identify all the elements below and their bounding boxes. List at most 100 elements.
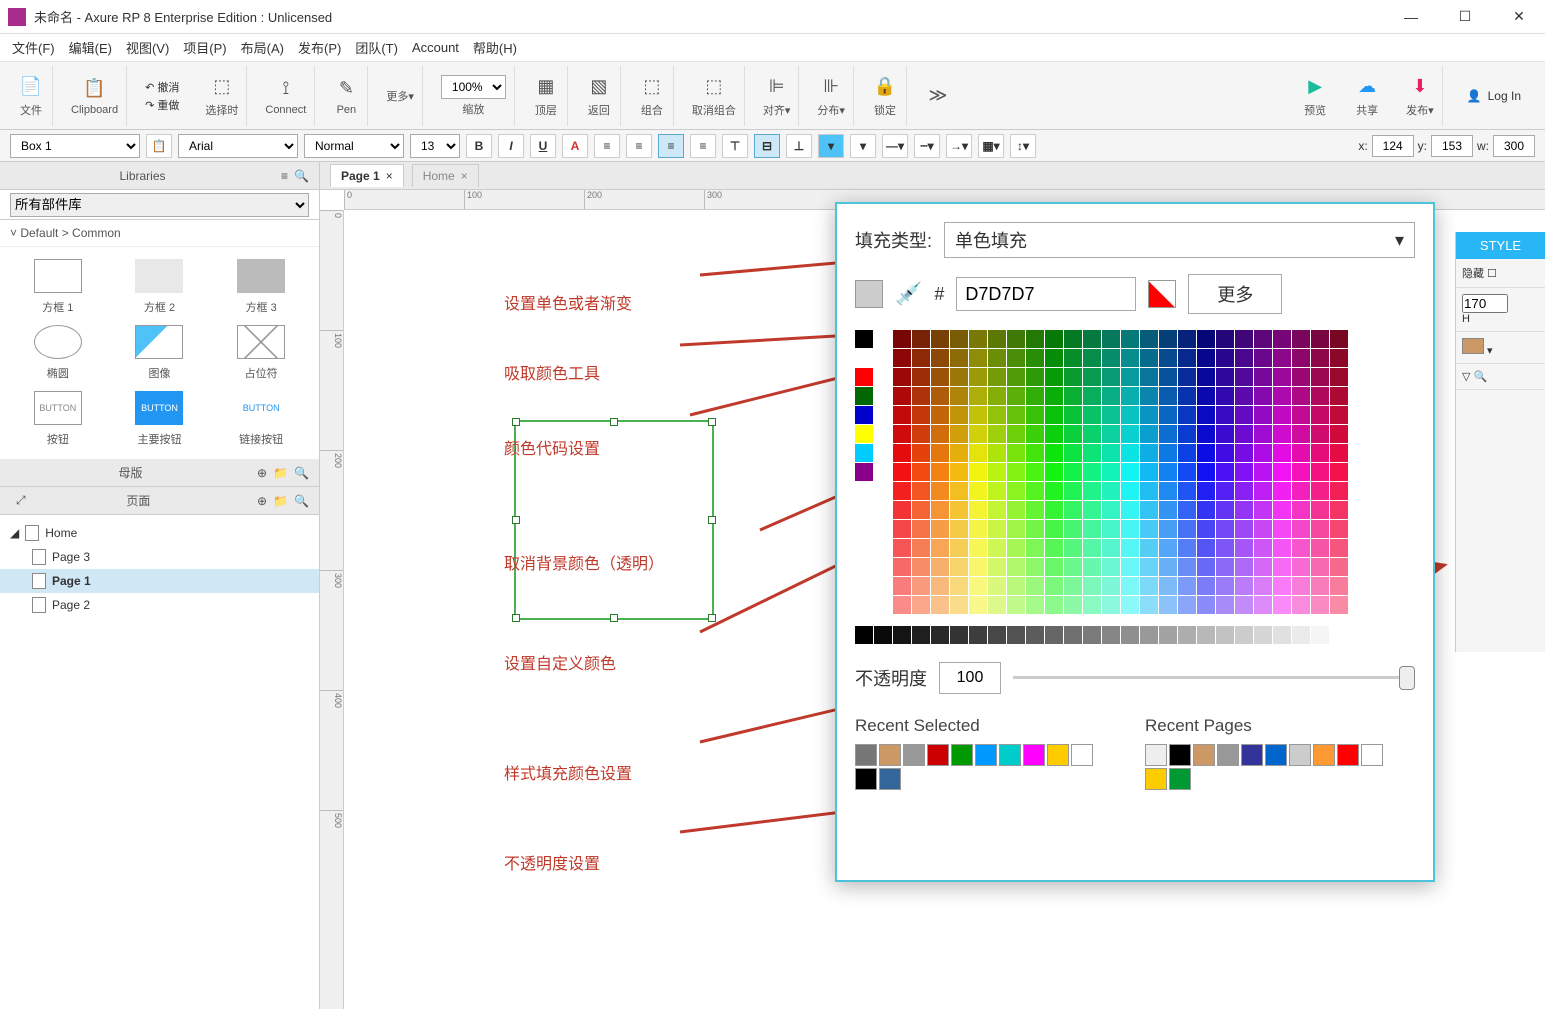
- palette-swatch[interactable]: [1121, 596, 1139, 614]
- palette-swatch[interactable]: [912, 330, 930, 348]
- menu-view[interactable]: 视图(V): [126, 38, 169, 57]
- palette-swatch[interactable]: [1007, 368, 1025, 386]
- tool-file[interactable]: 📄文件: [10, 66, 53, 126]
- palette-swatch[interactable]: [950, 330, 968, 348]
- palette-swatch[interactable]: [1197, 520, 1215, 538]
- palette-swatch[interactable]: [1216, 577, 1234, 595]
- palette-swatch[interactable]: [931, 444, 949, 462]
- palette-swatch[interactable]: [950, 387, 968, 405]
- palette-swatch[interactable]: [1216, 368, 1234, 386]
- gray-swatch[interactable]: [1216, 626, 1234, 644]
- palette-swatch[interactable]: [1292, 425, 1310, 443]
- tool-connect[interactable]: ⟟Connect: [257, 66, 315, 126]
- palette-swatch[interactable]: [988, 425, 1006, 443]
- palette-swatch[interactable]: [988, 482, 1006, 500]
- palette-swatch[interactable]: [1330, 406, 1348, 424]
- palette-swatch[interactable]: [1140, 463, 1158, 481]
- palette-swatch[interactable]: [1197, 558, 1215, 576]
- shape-select[interactable]: Box 1: [10, 134, 140, 158]
- recent-swatch[interactable]: [975, 744, 997, 766]
- palette-swatch[interactable]: [1026, 577, 1044, 595]
- palette-swatch[interactable]: [1026, 520, 1044, 538]
- palette-swatch[interactable]: [1216, 539, 1234, 557]
- palette-swatch[interactable]: [893, 520, 911, 538]
- palette-swatch[interactable]: [1292, 406, 1310, 424]
- palette-swatch[interactable]: [1311, 368, 1329, 386]
- recent-swatch[interactable]: [1217, 744, 1239, 766]
- palette-swatch[interactable]: [950, 349, 968, 367]
- palette-swatch[interactable]: [1102, 349, 1120, 367]
- palette-swatch[interactable]: [931, 463, 949, 481]
- palette-swatch[interactable]: [1273, 520, 1291, 538]
- recent-swatch[interactable]: [951, 744, 973, 766]
- palette-swatch[interactable]: [1026, 368, 1044, 386]
- recent-swatch[interactable]: [1193, 744, 1215, 766]
- line-style-button[interactable]: ┄▾: [914, 134, 940, 158]
- palette-swatch[interactable]: [1045, 349, 1063, 367]
- palette-swatch[interactable]: [1197, 577, 1215, 595]
- palette-swatch[interactable]: [1235, 577, 1253, 595]
- paste-style-icon[interactable]: 📋: [146, 134, 172, 158]
- tree-page3[interactable]: Page 3: [0, 545, 319, 569]
- lib-search-icon[interactable]: 🔍: [294, 169, 309, 183]
- palette-swatch[interactable]: [1273, 330, 1291, 348]
- hex-input[interactable]: [956, 277, 1136, 311]
- tool-pen[interactable]: ✎Pen: [325, 66, 368, 126]
- palette-swatch[interactable]: [1140, 349, 1158, 367]
- palette-swatch[interactable]: [1273, 596, 1291, 614]
- tree-page2[interactable]: Page 2: [0, 593, 319, 617]
- palette-swatch[interactable]: [1045, 558, 1063, 576]
- bold-button[interactable]: B: [466, 134, 492, 158]
- palette-swatch[interactable]: [1197, 387, 1215, 405]
- spacing-button[interactable]: ↕▾: [1010, 134, 1036, 158]
- palette-swatch[interactable]: [1007, 501, 1025, 519]
- palette-swatch[interactable]: [1083, 406, 1101, 424]
- palette-swatch[interactable]: [1026, 482, 1044, 500]
- palette-swatch[interactable]: [1235, 501, 1253, 519]
- palette-swatch[interactable]: [1045, 330, 1063, 348]
- palette-swatch[interactable]: [1311, 406, 1329, 424]
- palette-swatch[interactable]: [1007, 482, 1025, 500]
- recent-swatch[interactable]: [1313, 744, 1335, 766]
- palette-swatch[interactable]: [969, 520, 987, 538]
- palette-swatch[interactable]: [1273, 349, 1291, 367]
- palette-swatch[interactable]: [893, 425, 911, 443]
- palette-swatch[interactable]: [1159, 387, 1177, 405]
- palette-swatch[interactable]: [988, 558, 1006, 576]
- palette-swatch[interactable]: [912, 577, 930, 595]
- palette-swatch[interactable]: [1292, 539, 1310, 557]
- tool-select[interactable]: ⬚选择时: [197, 66, 247, 126]
- palette-swatch[interactable]: [1216, 501, 1234, 519]
- palette-swatch[interactable]: [969, 558, 987, 576]
- palette-swatch[interactable]: [969, 577, 987, 595]
- palette-swatch[interactable]: [1311, 482, 1329, 500]
- recent-swatch[interactable]: [927, 744, 949, 766]
- size-select[interactable]: 13: [410, 134, 460, 158]
- gray-swatch[interactable]: [1254, 626, 1272, 644]
- palette-swatch[interactable]: [1311, 387, 1329, 405]
- palette-swatch[interactable]: [1178, 425, 1196, 443]
- palette-swatch[interactable]: [1140, 577, 1158, 595]
- opacity-input[interactable]: [939, 662, 1001, 694]
- palette-swatch[interactable]: [1140, 520, 1158, 538]
- palette-swatch[interactable]: [893, 577, 911, 595]
- menu-layout[interactable]: 布局(A): [241, 38, 284, 57]
- palette-swatch[interactable]: [988, 596, 1006, 614]
- palette-swatch[interactable]: [1254, 463, 1272, 481]
- palette-swatch[interactable]: [1197, 596, 1215, 614]
- palette-swatch[interactable]: [1102, 596, 1120, 614]
- palette-swatch[interactable]: [912, 558, 930, 576]
- tool-align[interactable]: ⊫对齐▾: [755, 66, 800, 126]
- palette-swatch[interactable]: [1064, 482, 1082, 500]
- font-select[interactable]: Arial: [178, 134, 298, 158]
- palette-swatch[interactable]: [1292, 501, 1310, 519]
- menu-account[interactable]: Account: [412, 40, 459, 55]
- palette-swatch[interactable]: [1330, 387, 1348, 405]
- widget-primary-button[interactable]: BUTTON主要按钮: [114, 391, 206, 447]
- palette-swatch[interactable]: [1121, 482, 1139, 500]
- palette-swatch[interactable]: [950, 558, 968, 576]
- recent-swatch[interactable]: [999, 744, 1021, 766]
- palette-swatch[interactable]: [1311, 558, 1329, 576]
- palette-swatch[interactable]: [931, 330, 949, 348]
- align-left-button[interactable]: ≡: [626, 134, 652, 158]
